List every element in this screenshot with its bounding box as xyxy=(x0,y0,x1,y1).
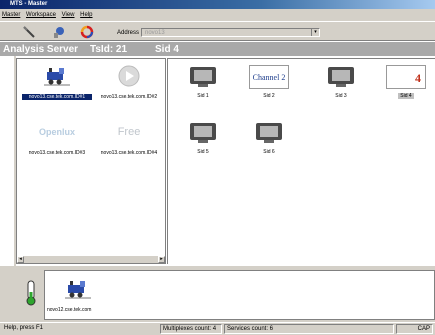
server-item[interactable]: Free novo13.cse.tek.com.ID#4 xyxy=(94,121,164,159)
refresh-icon xyxy=(80,25,94,39)
monitor-icon xyxy=(183,64,223,90)
dropdown-arrow-icon[interactable]: ▾ xyxy=(311,29,319,36)
menu-bar: Master Workspace View Help xyxy=(0,9,435,21)
train-icon[interactable] xyxy=(65,279,91,301)
play-icon xyxy=(116,65,142,87)
service-label: Sid 6 xyxy=(263,149,275,155)
menu-workspace[interactable]: Workspace xyxy=(24,9,58,18)
status-help: Help, press F1 xyxy=(4,325,44,331)
address-combo[interactable]: novo13 ▾ xyxy=(141,28,320,37)
horizontal-scrollbar[interactable]: ◂ ▸ xyxy=(17,256,165,263)
status-cap: CAP xyxy=(396,324,433,334)
service-label: Sid 2 xyxy=(263,93,275,99)
service-label: Sid 1 xyxy=(197,93,209,99)
monitor-icon xyxy=(321,64,361,90)
bottom-pane: novo12.cse.tek.com xyxy=(0,266,435,322)
status-services: Services count: 6 xyxy=(224,324,394,334)
address-value: novo13 xyxy=(145,30,165,36)
address-label: Address xyxy=(117,30,140,36)
service-label: Sid 3 xyxy=(335,93,347,99)
title-bar: MTS - Master xyxy=(0,0,435,9)
header-server: Analysis Server xyxy=(3,44,79,55)
menu-help[interactable]: Help xyxy=(78,9,94,18)
monitor-icon xyxy=(249,120,289,146)
header-sid: Sid 4 xyxy=(155,44,179,55)
window-title: MTS - Master xyxy=(10,1,48,7)
plug-icon xyxy=(54,27,64,38)
service-item[interactable]: Channel 2 Sid 2 xyxy=(239,64,299,106)
service-label: Sid 5 xyxy=(197,149,209,155)
status-multiplexes: Multiplexes count: 4 xyxy=(160,324,222,334)
channel-thumbnail: Channel 2 xyxy=(249,64,289,90)
server-item[interactable]: novo13.cse.tek.com.ID#2 xyxy=(94,65,164,103)
refresh-tool-button[interactable] xyxy=(80,25,94,39)
bottom-server-view: novo12.cse.tek.com xyxy=(44,270,435,320)
toolbar: Address novo13 ▾ xyxy=(0,21,435,41)
wand-tool-button[interactable] xyxy=(22,25,36,39)
server-label: novo13.cse.tek.com.ID#4 xyxy=(100,150,158,156)
service-item[interactable]: Sid 3 xyxy=(311,64,371,106)
scroll-left-icon[interactable]: ◂ xyxy=(17,256,24,263)
monitor-icon xyxy=(183,120,223,146)
server-label: novo13.cse.tek.com.ID#2 xyxy=(100,94,158,100)
menu-view[interactable]: View xyxy=(60,9,77,18)
connect-tool-button[interactable] xyxy=(52,25,66,39)
wand-icon xyxy=(23,26,35,38)
openlux-logo: Openlux xyxy=(38,127,75,137)
server-label: novo13.cse.tek.com.ID#3 xyxy=(28,150,86,156)
header-tsid: TsId: 21 xyxy=(90,44,128,55)
service-item[interactable]: Sid 1 xyxy=(173,64,233,106)
server-item[interactable]: Openlux novo13.cse.tek.com.ID#3 xyxy=(22,121,92,159)
thermometer-icon xyxy=(25,280,37,306)
service-grid-pane: Sid 1 Channel 2 Sid 2 Sid 3 4 Sid 4 Sid … xyxy=(167,58,435,264)
scroll-right-icon[interactable]: ▸ xyxy=(158,256,165,263)
free-logo: Free xyxy=(117,126,141,138)
status-bar: Help, press F1 Multiplexes count: 4 Serv… xyxy=(0,323,435,335)
server-label: novo13.cse.tek.com.ID#1 xyxy=(22,94,92,100)
bottom-server-label: novo12.cse.tek.com xyxy=(47,307,92,313)
server-item[interactable]: novo13.cse.tek.com.ID#1 xyxy=(22,65,92,103)
context-header: Analysis Server TsId: 21 Sid 4 xyxy=(0,42,435,56)
service-label: Sid 4 xyxy=(398,93,414,99)
service-item[interactable]: 4 Sid 4 xyxy=(376,64,435,106)
server-list-pane: novo13.cse.tek.com.ID#1 novo13.cse.tek.c… xyxy=(16,58,166,264)
service-item[interactable]: Sid 6 xyxy=(239,120,299,162)
train-icon xyxy=(44,65,70,87)
menu-master[interactable]: Master xyxy=(0,9,22,18)
number-thumbnail: 4 xyxy=(386,64,426,90)
service-item[interactable]: Sid 5 xyxy=(173,120,233,162)
